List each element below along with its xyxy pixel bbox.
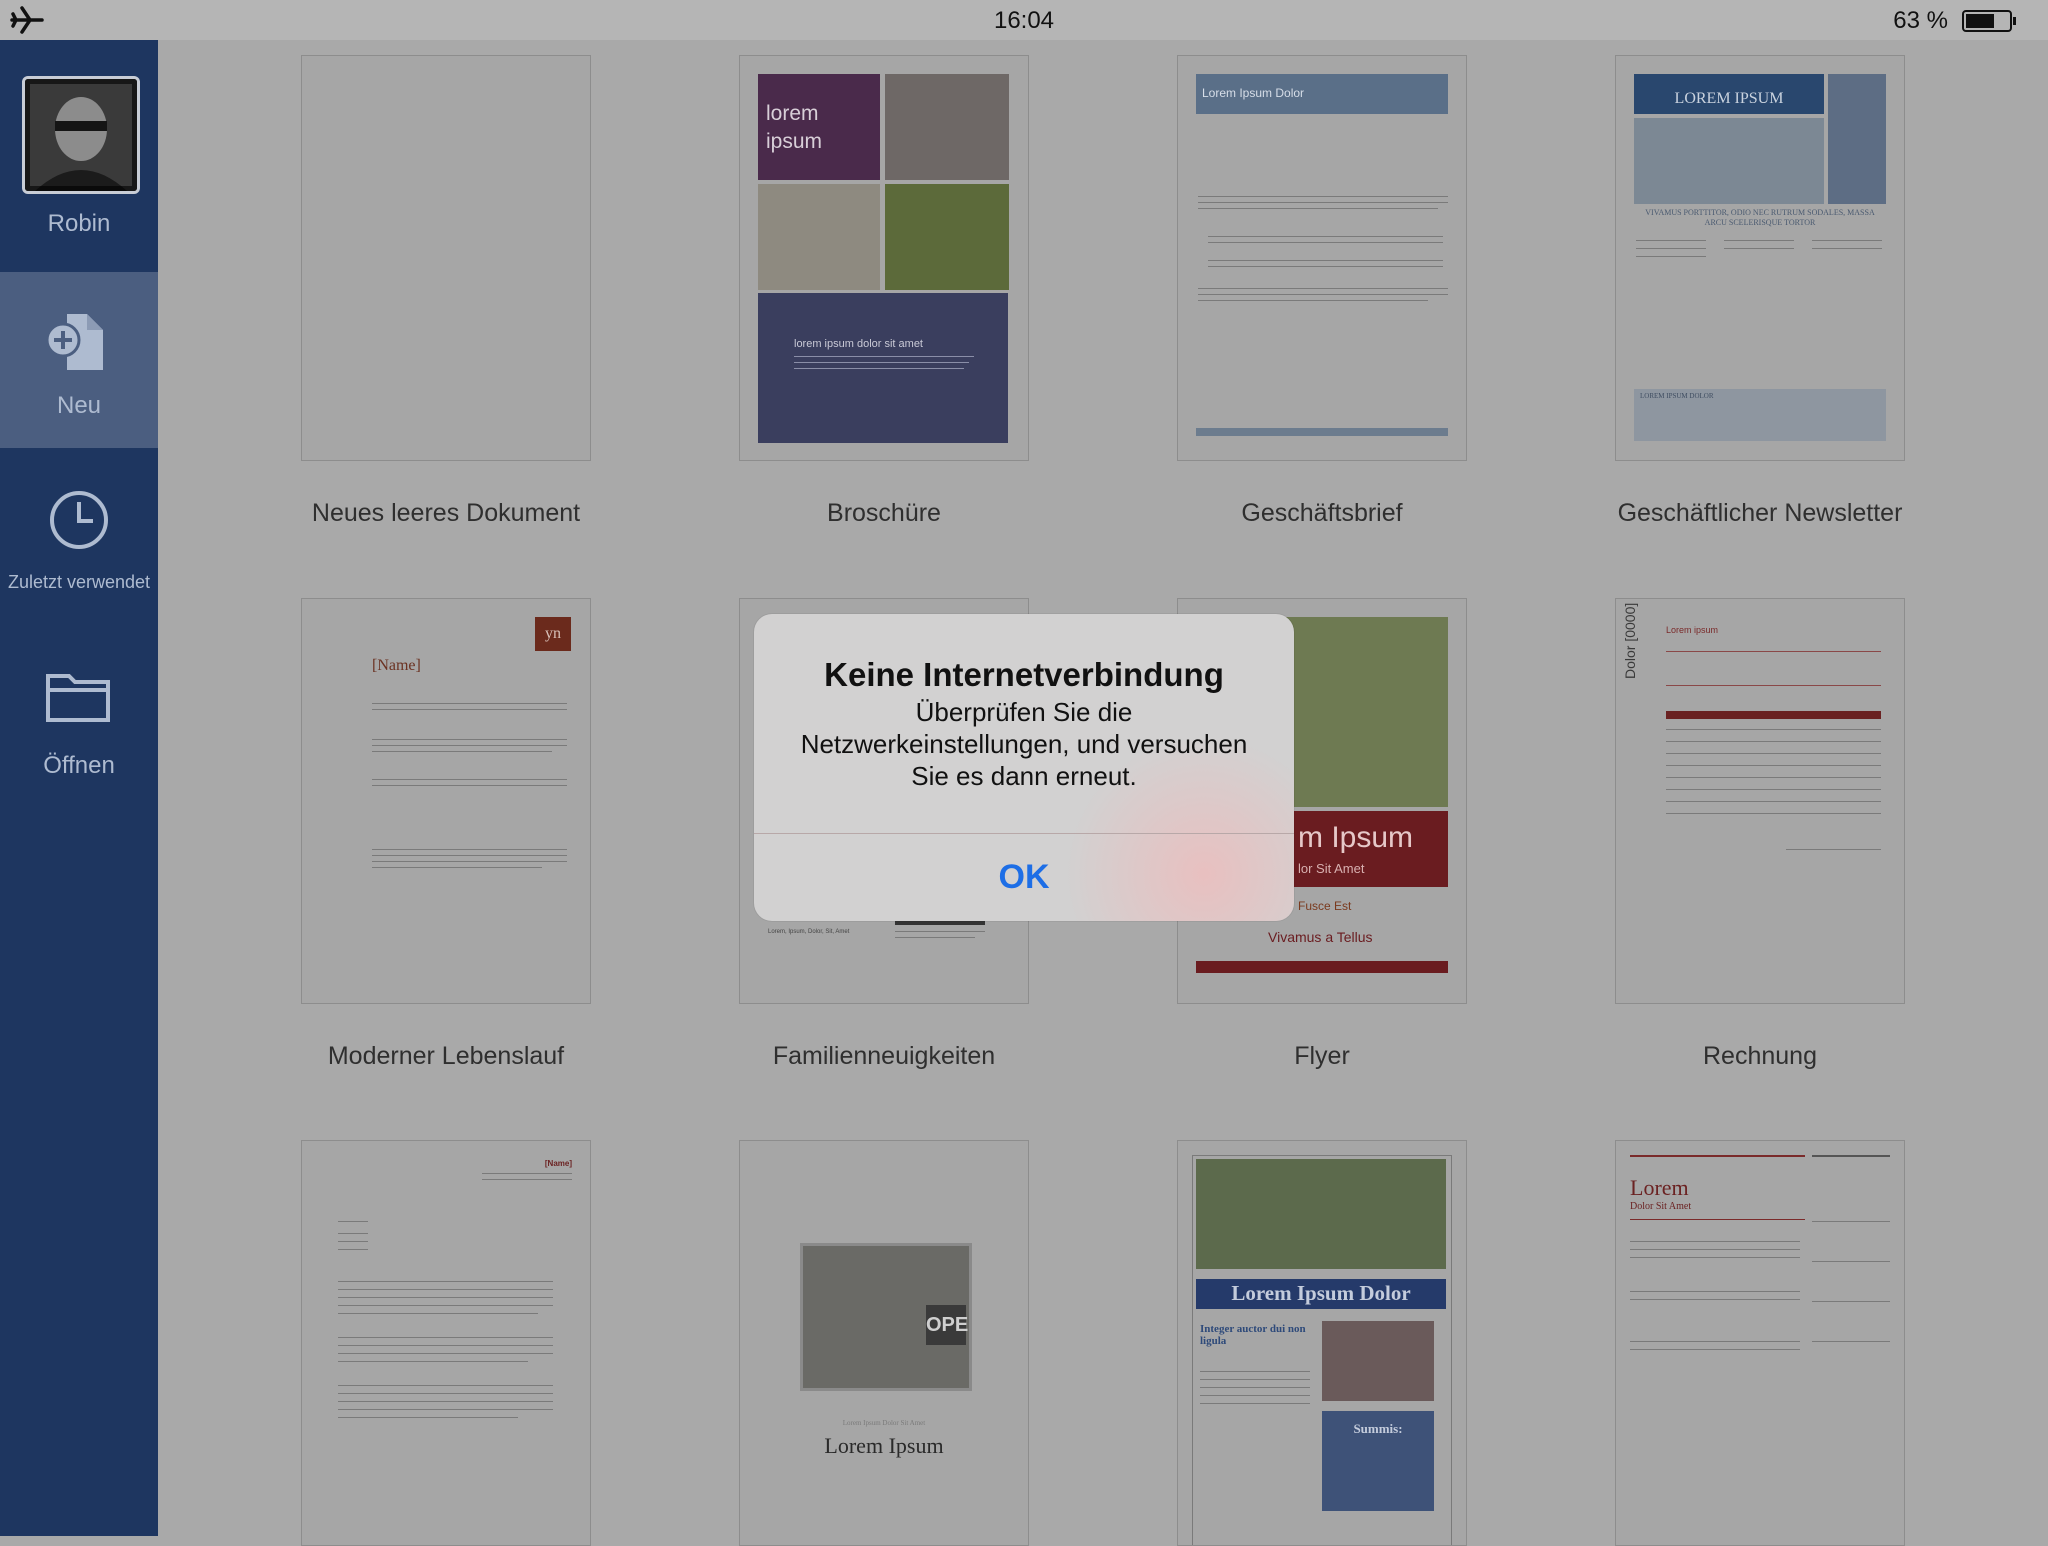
user-photo: [25, 79, 137, 191]
preview-name: [Name]: [372, 657, 421, 674]
clock-icon: [50, 491, 108, 549]
user-name: Robin: [47, 210, 111, 237]
avatar: [22, 76, 140, 194]
preview-title: lorem ipsum: [766, 102, 823, 153]
preview-text: Lorem, Ipsum, Dolor, Sit, Amet: [768, 929, 850, 935]
sidebar-item-label: Zuletzt verwendet: [7, 572, 151, 592]
preview-text: lorem ipsum dolor sit amet: [794, 338, 923, 350]
preview-box: LOREM IPSUM DOLOR: [1640, 392, 1714, 400]
preview-subtitle: Integer auctor dui non ligula: [1200, 1323, 1306, 1347]
sidebar-item-label: Öffnen: [43, 752, 115, 779]
sidebar-account[interactable]: Robin: [0, 40, 158, 270]
new-document-icon: [45, 314, 103, 370]
preview-title: Lorem Ipsum: [824, 1433, 944, 1458]
preview-small: Lorem Ipsum Dolor Sit Amet: [842, 1419, 926, 1427]
no-internet-alert: Keine Internetverbindung Überprüfen Sie …: [754, 614, 1294, 921]
template-thumbnail: Lorem Ipsum Dolor Integer auctor dui non…: [1177, 1140, 1467, 1546]
folder-icon: [46, 674, 110, 722]
template-thumbnail: Lorem Dolor Sit Amet: [1615, 1140, 1905, 1546]
template-label: Moderner Lebenslauf: [327, 1042, 565, 1070]
template-thumbnail: LOREM IPSUM VIVAMUS PORTTITOR, ODIO NEC …: [1615, 55, 1905, 461]
preview-line: Fusce Est: [1298, 899, 1352, 913]
battery-percent: 63 %: [1893, 7, 1948, 34]
template-label: Broschüre: [827, 499, 941, 527]
preview-title: Lorem Ipsum Dolor: [1231, 1281, 1411, 1305]
template-label: Flyer: [1294, 1042, 1350, 1070]
template-label: Neues leeres Dokument: [311, 499, 581, 527]
sidebar: Robin Neu Zuletzt verwendet Öffnen: [0, 40, 158, 1536]
template-label: Familienneuigkeiten: [772, 1042, 996, 1070]
template-thumbnail: [Name]: [301, 1140, 591, 1546]
template-thumbnail: yn [Name]: [301, 598, 591, 1004]
preview-title: Lorem ipsum: [1666, 625, 1719, 635]
preview-sign: OPE: [926, 1305, 968, 1345]
status-bar: 16:04 63 %: [0, 0, 2048, 40]
template-thumbnail: OPE Lorem Ipsum Dolor Sit Amet Lorem Ips…: [739, 1140, 1029, 1546]
template-thumbnail: Dolor [0000] Lorem ipsum: [1615, 598, 1905, 1004]
ok-button[interactable]: OK: [754, 834, 1294, 921]
preview-title: m Ipsum: [1298, 821, 1414, 854]
sidebar-item-new[interactable]: Neu: [0, 272, 158, 448]
alert-title: Keine Internetverbindung: [824, 656, 1224, 693]
sidebar-item-recent[interactable]: Zuletzt verwendet: [0, 450, 158, 626]
preview-subtitle: VIVAMUS PORTTITOR, ODIO NEC RUTRUM SODAL…: [1645, 208, 1875, 227]
battery-icon: [1962, 10, 2016, 32]
template-label: Rechnung: [1703, 1042, 1817, 1070]
alert-message: Überprüfen Sie die Netzwerkeinstellungen…: [800, 697, 1248, 791]
preview-title: LOREM IPSUM: [1674, 90, 1784, 107]
clock: 16:04: [993, 7, 1055, 34]
preview-subtitle: lor Sit Amet: [1298, 861, 1365, 876]
preview-title: Lorem: [1630, 1175, 1689, 1200]
template-label: Geschäftlicher Newsletter: [1617, 499, 1903, 527]
sidebar-item-open[interactable]: Öffnen: [0, 630, 158, 806]
template-label: Geschäftsbrief: [1241, 499, 1403, 527]
preview-header: Lorem Ipsum Dolor: [1202, 86, 1305, 100]
preview-name: [Name]: [544, 1159, 572, 1168]
sidebar-item-label: Neu: [56, 392, 102, 419]
preview-line: Vivamus a Tellus: [1268, 929, 1373, 945]
template-thumbnail: [301, 55, 591, 461]
preview-box: Summis:: [1353, 1421, 1403, 1436]
template-thumbnail: Lorem Ipsum Dolor: [1177, 55, 1467, 461]
preview-subtitle: Dolor Sit Amet: [1630, 1201, 1692, 1212]
preview-mark: yn: [545, 625, 561, 642]
preview-vertical: Dolor [0000]: [1622, 602, 1638, 679]
template-thumbnail: lorem ipsum lorem ipsum dolor sit amet: [739, 55, 1029, 461]
